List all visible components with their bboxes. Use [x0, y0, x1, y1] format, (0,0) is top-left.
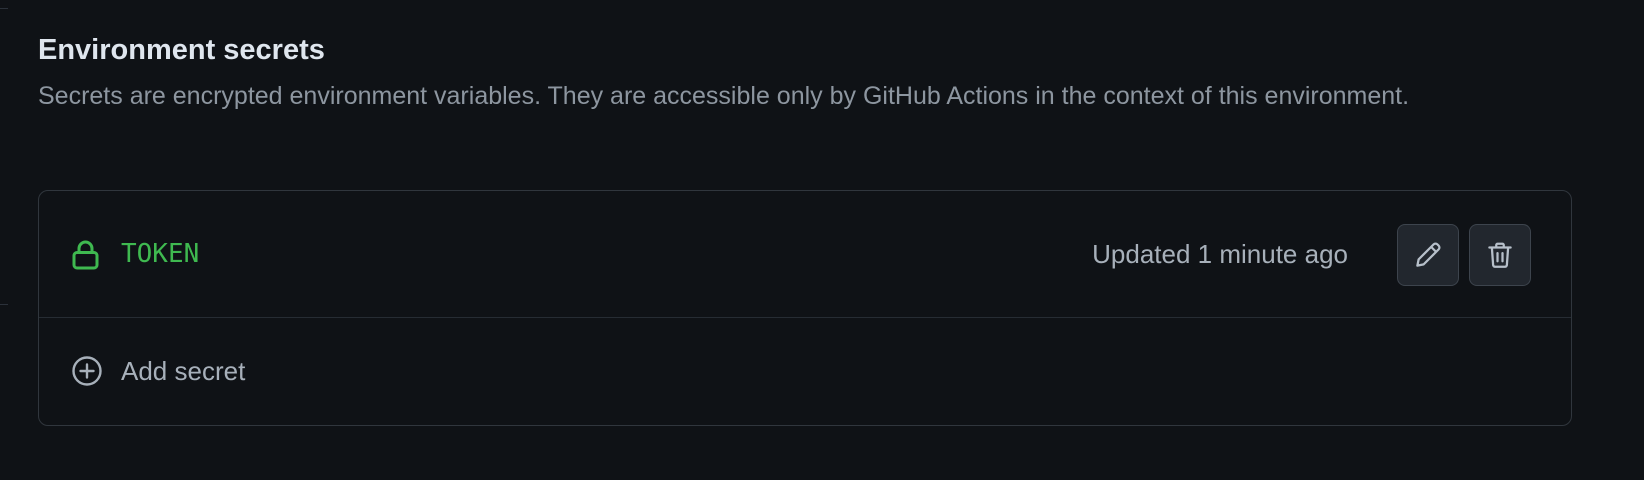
lock-icon [72, 240, 99, 270]
trash-icon [1488, 242, 1512, 268]
secrets-list: TOKEN Updated 1 minute ago Add secret [38, 190, 1572, 426]
section-description: Secrets are encrypted environment variab… [38, 82, 1410, 110]
pencil-icon [1416, 242, 1441, 267]
secret-row: TOKEN Updated 1 minute ago [39, 191, 1571, 318]
section-title: Environment secrets [38, 34, 325, 66]
left-edge-divider [0, 8, 8, 9]
left-edge-divider [0, 304, 8, 305]
secret-name: TOKEN [121, 239, 200, 269]
environment-secrets-page: Environment secrets Secrets are encrypte… [0, 0, 1644, 480]
delete-secret-button[interactable] [1469, 224, 1531, 286]
add-secret-label: Add secret [121, 356, 246, 386]
edit-secret-button[interactable] [1397, 224, 1459, 286]
plus-circle-icon [72, 356, 102, 386]
secret-updated-time: Updated 1 minute ago [1092, 239, 1348, 269]
environment-secrets-header: Environment secrets Secrets are encrypte… [38, 30, 1574, 117]
add-secret-button[interactable]: Add secret [39, 318, 1571, 425]
